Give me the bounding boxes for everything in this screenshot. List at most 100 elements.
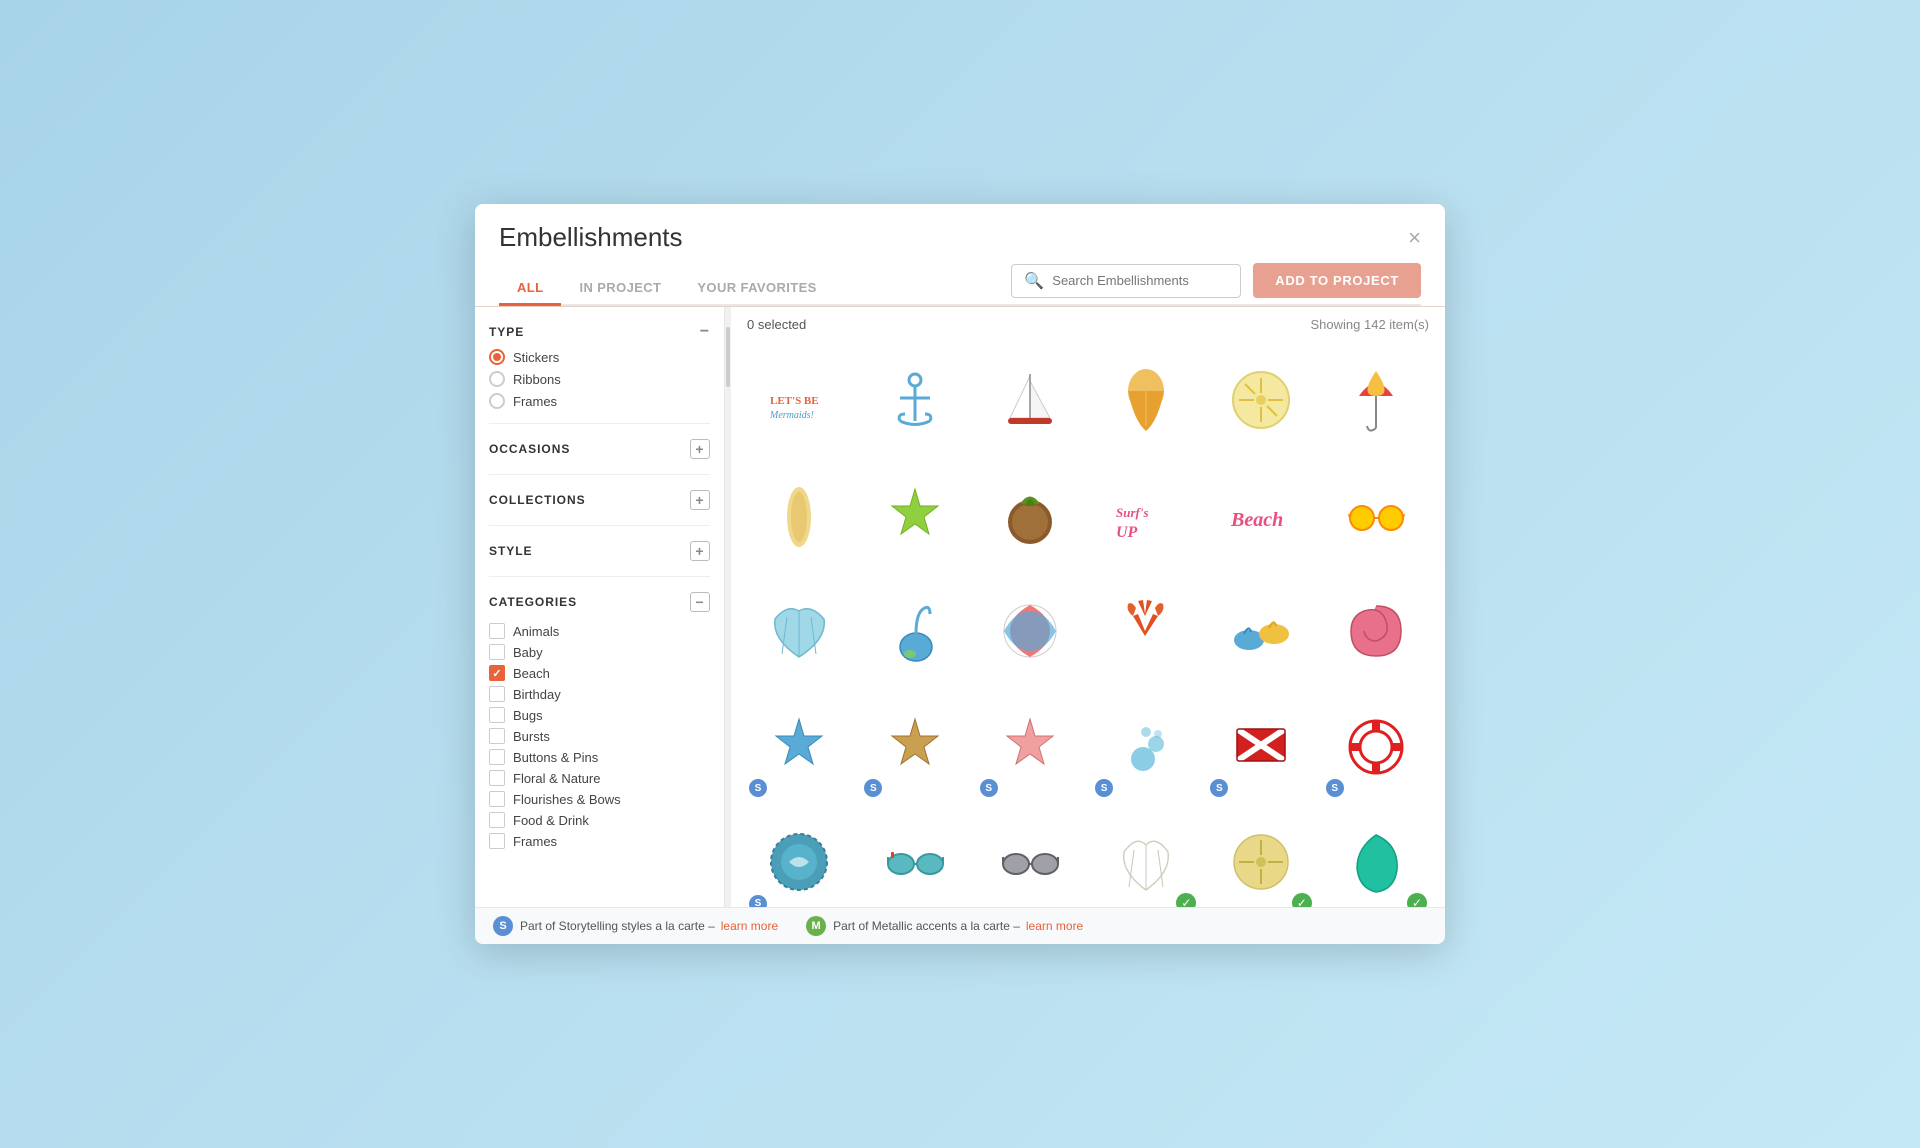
metallic-text: Part of Metallic accents a la carte – le… [833,919,1083,933]
cat-flourishes-bows[interactable]: Flourishes & Bows [489,791,710,807]
search-icon: 🔍 [1024,271,1044,291]
tab-in-project[interactable]: IN PROJECT [561,272,679,306]
metallic-description: Part of Metallic accents a la carte – [833,919,1020,933]
radio-stickers[interactable]: Stickers [489,349,710,365]
cat-floral-nature[interactable]: Floral & Nature [489,770,710,786]
categories-toggle[interactable]: − [690,592,710,612]
categories-list: Animals Baby Beach Birthday [489,619,710,849]
cat-beach-check [489,665,505,681]
item-sunglasses-round[interactable] [1322,461,1431,570]
cat-birthday[interactable]: Birthday [489,686,710,702]
item-shell-cone[interactable] [1091,346,1200,455]
categories-header[interactable]: CATEGORIES − [489,585,710,619]
sidebar-scrollbar[interactable] [725,307,731,907]
item-gold-starfish[interactable]: S [860,692,969,801]
item-life-preserver[interactable]: S [1322,692,1431,801]
collections-section: COLLECTIONS + [489,483,710,517]
metallic-badge: M [806,916,826,936]
style-toggle[interactable]: + [690,541,710,561]
badge-s-bubbles: S [1095,779,1113,797]
item-teal-shell[interactable]: ✓ [1322,807,1431,907]
item-sand-dollar-2[interactable]: ✓ [1206,807,1315,907]
item-sailboat[interactable] [976,346,1085,455]
item-coral[interactable] [1091,577,1200,686]
item-teal-sunglasses[interactable] [860,807,969,907]
item-flip-flops[interactable] [1206,577,1315,686]
radio-ribbons[interactable]: Ribbons [489,371,710,387]
embellishments-modal: Embellishments × ALL IN PROJECT YOUR FAV… [475,204,1445,944]
add-to-project-button[interactable]: ADD TO PROJECT [1253,263,1421,298]
content-area: 0 selected Showing 142 item(s) LET'S BEM… [731,307,1445,907]
collections-header[interactable]: COLLECTIONS + [489,483,710,517]
type-toggle-icon[interactable]: − [700,323,710,341]
svg-text:Mermaids!: Mermaids! [769,410,814,421]
search-box: 🔍 [1011,264,1241,298]
item-starfish[interactable] [860,461,969,570]
svg-text:Beach: Beach [1230,509,1283,531]
tabs-row: ALL IN PROJECT YOUR FAVORITES 🔍 ADD TO P… [499,263,1421,306]
svg-text:UP: UP [1116,524,1138,541]
item-white-shell[interactable]: ✓ [1091,807,1200,907]
type-section: TYPE − Stickers Ribbons Frames [489,323,710,409]
item-mermaids[interactable]: LET'S BEMermaids! [745,346,854,455]
cat-animals[interactable]: Animals [489,623,710,639]
radio-frames[interactable]: Frames [489,393,710,409]
radio-stickers-label: Stickers [513,350,559,365]
radio-ribbons-circle [489,371,505,387]
cat-animals-label: Animals [513,624,559,639]
item-dive-flag[interactable]: S [1206,692,1315,801]
item-bubbles[interactable]: S [1091,692,1200,801]
storytelling-text: Part of Storytelling styles a la carte –… [520,919,778,933]
tab-all[interactable]: ALL [499,272,561,306]
tab-your-favorites[interactable]: YOUR FAVORITES [679,272,834,306]
item-beach-text[interactable]: Beach [1206,461,1315,570]
categories-section: CATEGORIES − Animals Baby Beach [489,585,710,849]
sidebar: TYPE − Stickers Ribbons Frames [475,307,725,907]
type-label: TYPE [489,325,524,339]
storytelling-badge: S [493,916,513,936]
cat-food-drink-label: Food & Drink [513,813,589,828]
cat-beach[interactable]: Beach [489,665,710,681]
badge-s-life-preserver: S [1326,779,1344,797]
content-header: 0 selected Showing 142 item(s) [731,307,1445,340]
storytelling-learn-more-link[interactable]: learn more [721,919,778,933]
radio-ribbons-label: Ribbons [513,372,561,387]
item-umbrella[interactable] [1322,346,1431,455]
radio-stickers-circle [489,349,505,365]
item-blue-starfish[interactable]: S [745,692,854,801]
cat-frames[interactable]: Frames [489,833,710,849]
item-scallop-shell[interactable] [745,577,854,686]
item-anchor[interactable] [860,346,969,455]
title-row: Embellishments × [499,222,1421,253]
radio-frames-label: Frames [513,394,557,409]
item-beach-ball[interactable] [976,577,1085,686]
badge-check-sand-dollar: ✓ [1292,893,1312,907]
collections-label: COLLECTIONS [489,493,586,507]
collections-toggle[interactable]: + [690,490,710,510]
item-pink-starfish[interactable]: S [976,692,1085,801]
cat-baby[interactable]: Baby [489,644,710,660]
modal-title: Embellishments [499,222,683,253]
cat-bugs[interactable]: Bugs [489,707,710,723]
cat-buttons-pins[interactable]: Buttons & Pins [489,749,710,765]
cat-bursts-check [489,728,505,744]
item-surfs-up[interactable]: Surf's UP [1091,461,1200,570]
svg-text:Surf's: Surf's [1116,505,1149,520]
item-sand-dollar[interactable] [1206,346,1315,455]
cat-food-drink[interactable]: Food & Drink [489,812,710,828]
style-header[interactable]: STYLE + [489,534,710,568]
occasions-header[interactable]: OCCASIONS + [489,432,710,466]
item-diver-circle[interactable]: S [745,807,854,907]
radio-frames-circle [489,393,505,409]
cat-food-drink-check [489,812,505,828]
item-coconut[interactable] [976,461,1085,570]
cat-bursts[interactable]: Bursts [489,728,710,744]
item-snorkel[interactable] [860,577,969,686]
item-gray-sunglasses[interactable] [976,807,1085,907]
metallic-learn-more-link[interactable]: learn more [1026,919,1083,933]
occasions-toggle[interactable]: + [690,439,710,459]
item-spiral-shell[interactable] [1322,577,1431,686]
close-button[interactable]: × [1408,227,1421,249]
search-input[interactable] [1052,273,1228,288]
item-surfboard[interactable] [745,461,854,570]
